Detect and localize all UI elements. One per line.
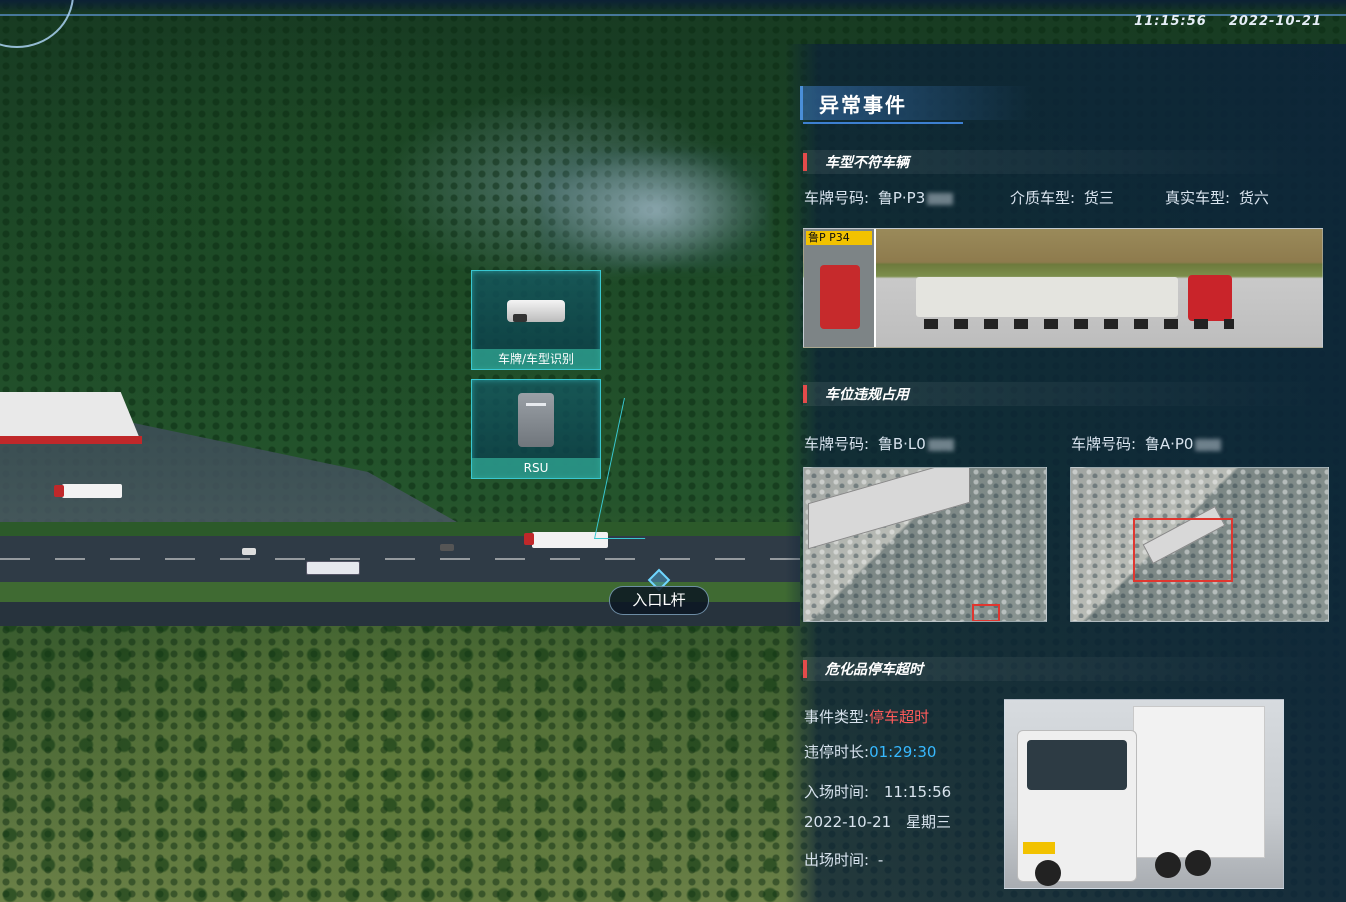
section-header-parking: 车位违规占用	[803, 382, 1323, 406]
section-header-hazmat: 危化品停车超时	[803, 657, 1323, 681]
real-type-label: 真实车型:	[1165, 189, 1231, 207]
plate-value: 鲁A·P0	[1144, 435, 1194, 453]
entry-date-field: 2022-10-21 星期三	[804, 811, 951, 832]
plate-field: 车牌号码: 鲁P·P3	[804, 187, 954, 208]
duration-label: 违停时长:	[804, 743, 870, 761]
plate-crop-text: 鲁P P34	[806, 231, 872, 245]
rsu-device-icon	[478, 385, 594, 455]
car	[242, 548, 256, 555]
parking-photo-left[interactable]	[803, 467, 1047, 622]
photo-tire	[1185, 850, 1211, 876]
plate-mask	[927, 438, 954, 451]
section-marker	[803, 660, 807, 678]
event-type-value: 停车超时	[869, 708, 930, 726]
plate-label: 车牌号码:	[804, 435, 870, 453]
medium-type-value: 货三	[1083, 189, 1114, 207]
device-label: RSU	[472, 458, 600, 478]
entry-time-field: 入场时间: 11:15:56	[804, 781, 951, 802]
clock-date: 2022-10-21	[1228, 14, 1322, 29]
exit-time-label: 出场时间:	[804, 851, 870, 869]
plate-field-left: 车牌号码: 鲁B·L0	[804, 433, 954, 454]
exit-time-value: -	[877, 851, 884, 869]
medium-type-field: 介质车型: 货三	[1010, 187, 1114, 208]
photo-truck-front	[820, 265, 860, 329]
plate-mask	[927, 192, 954, 205]
real-type-value: 货六	[1238, 189, 1269, 207]
camera-icon	[478, 276, 594, 346]
meadow-trees	[0, 615, 800, 902]
car	[440, 544, 454, 551]
photo-plate	[1023, 842, 1055, 854]
lane-marking	[0, 558, 800, 560]
section-marker	[803, 153, 807, 171]
event-type-label: 事件类型:	[804, 708, 870, 726]
section-title: 车位违规占用	[825, 387, 909, 403]
entry-time-value: 11:15:56	[883, 783, 952, 801]
device-card-camera[interactable]: 车牌/车型识别	[471, 270, 601, 370]
entry-time-label: 入场时间:	[804, 783, 870, 801]
device-label: 车牌/车型识别	[472, 349, 600, 369]
medium-type-label: 介质车型:	[1010, 189, 1076, 207]
photo-tire	[1155, 852, 1181, 878]
plate-value: 鲁P·P3	[877, 189, 926, 207]
violation-box	[972, 604, 1000, 621]
entry-date-value: 2022-10-21	[804, 813, 892, 831]
plate-label: 车牌号码:	[1071, 435, 1137, 453]
clock-time: 11:15:56	[1134, 14, 1207, 29]
duration-field: 违停时长:01:29:30	[804, 741, 936, 762]
violation-box	[1133, 518, 1233, 582]
photo-tire	[1035, 860, 1061, 886]
event-type-field: 事件类型:停车超时	[804, 706, 929, 727]
water-area	[540, 150, 770, 270]
section-title: 车型不符车辆	[825, 155, 909, 171]
panel-title: 异常事件	[800, 86, 1033, 124]
photo-cargo-box	[1133, 706, 1265, 858]
header-clock: 11:15:56 2022-10-21	[1112, 14, 1322, 29]
hazmat-truck-photo[interactable]	[1004, 699, 1284, 889]
mismatch-vehicle-photo[interactable]: 鲁P P34	[803, 228, 1323, 348]
duration-value: 01:29:30	[869, 743, 937, 761]
entry-weekday: 星期三	[905, 813, 951, 831]
panel-title-text: 异常事件	[819, 93, 907, 117]
section-marker	[803, 385, 807, 403]
plate-crop-photo: 鲁P P34	[804, 229, 876, 347]
plate-label: 车牌号码:	[804, 189, 870, 207]
photo-wheels	[924, 319, 1234, 329]
photo-windshield	[1027, 740, 1127, 790]
photo-trailer	[916, 277, 1178, 317]
real-type-field: 真实车型: 货六	[1165, 187, 1269, 208]
section-header-mismatch: 车型不符车辆	[803, 150, 1323, 174]
section-title: 危化品停车超时	[825, 662, 923, 678]
location-label[interactable]: 入口L杆	[609, 586, 709, 615]
median-greenbelt	[0, 522, 800, 536]
parked-truck	[54, 484, 122, 498]
gas-station-stripe	[0, 436, 142, 444]
exit-time-field: 出场时间: -	[804, 849, 883, 870]
device-card-rsu[interactable]: RSU	[471, 379, 601, 479]
plate-field-right: 车牌号码: 鲁A·P0	[1071, 433, 1222, 454]
plate-mask	[1195, 438, 1222, 451]
parking-photo-right[interactable]	[1070, 467, 1329, 622]
photo-cab	[1188, 275, 1232, 321]
bus	[306, 561, 360, 575]
plate-value: 鲁B·L0	[877, 435, 926, 453]
